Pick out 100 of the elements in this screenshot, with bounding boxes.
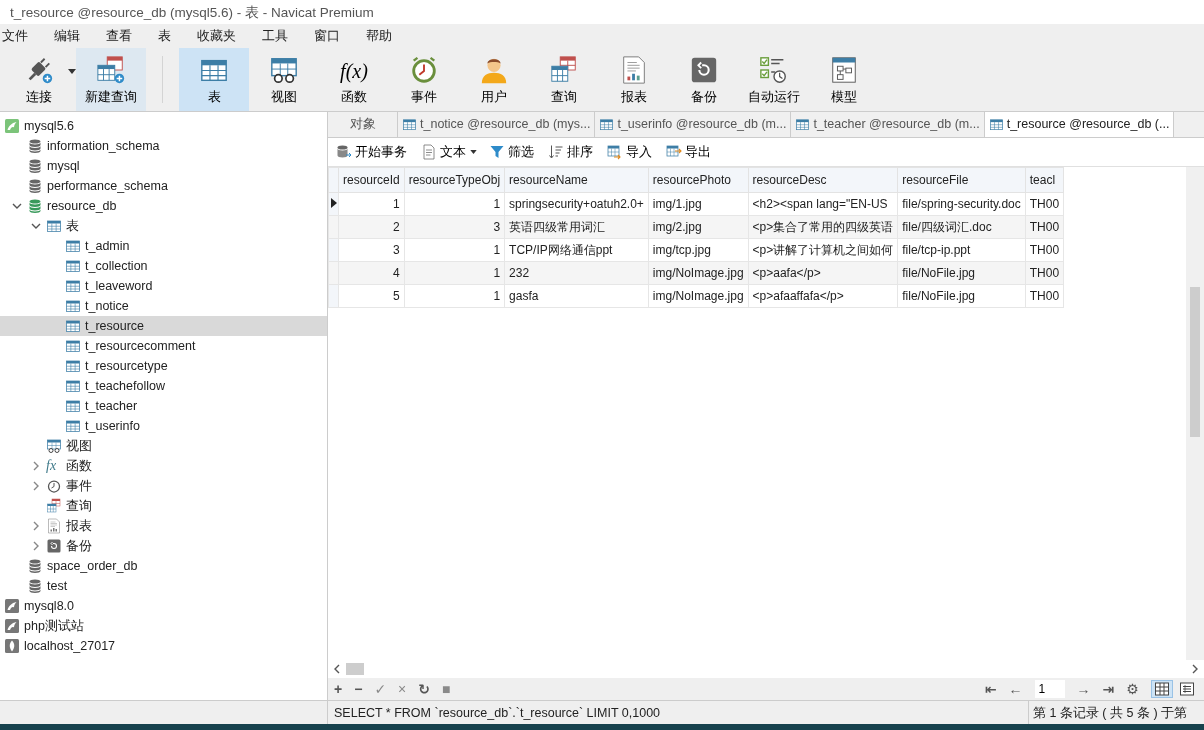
toolbar-button[interactable]: 自动运行 (739, 48, 809, 111)
tree-item[interactable]: php测试站 (0, 616, 327, 636)
toolbar-button[interactable]: 导入 (605, 142, 654, 162)
menu-item[interactable]: 查看 (106, 26, 144, 46)
vertical-scrollbar[interactable] (1186, 167, 1204, 660)
record-action-button[interactable]: ↻ (418, 682, 431, 696)
tree-item[interactable]: resource_db (0, 196, 327, 216)
tree-item[interactable]: 表 (0, 216, 327, 236)
page-nav-button[interactable]: → (1076, 682, 1091, 696)
column-header[interactable]: resourcePhoto (648, 167, 749, 193)
column-header[interactable]: resourceDesc (748, 167, 898, 193)
alarm-clock-icon (409, 55, 439, 86)
menu-item[interactable]: 收藏夹 (197, 26, 248, 46)
tree-item[interactable]: t_leaveword (0, 276, 327, 296)
tree-item[interactable]: t_notice (0, 296, 327, 316)
tree-item[interactable]: information_schema (0, 136, 327, 156)
column-header[interactable]: resourceId (338, 167, 405, 193)
column-header[interactable]: teacl (1025, 167, 1064, 193)
table-icon (46, 218, 62, 234)
table-icon (65, 258, 81, 274)
tree-item[interactable]: 事件 (0, 476, 327, 496)
table-cell: 1 (404, 192, 505, 216)
toolbar-button[interactable]: 排序 (546, 142, 595, 162)
tree-item[interactable]: space_order_db (0, 556, 327, 576)
table-icon (65, 238, 81, 254)
tree-item[interactable]: 视图 (0, 436, 327, 456)
toolbar-button[interactable]: 模型 (809, 48, 879, 111)
toolbar-button[interactable]: 用户 (459, 48, 529, 111)
toolbar-button[interactable]: 备份 (669, 48, 739, 111)
table-cell: 232 (504, 261, 649, 285)
menu-item[interactable]: 编辑 (54, 26, 92, 46)
table-icon (65, 298, 81, 314)
tree-item[interactable]: t_resourcecomment (0, 336, 327, 356)
record-action-button[interactable]: + (334, 682, 343, 696)
database-icon (27, 178, 43, 194)
table-cell: 英语四级常用词汇 (504, 215, 649, 239)
menu-item[interactable]: 窗口 (314, 26, 352, 46)
tree-item[interactable]: mysql5.6 (0, 116, 327, 136)
toolbar-button[interactable]: 开始事务 (334, 142, 409, 162)
tree-item[interactable]: localhost_27017 (0, 636, 327, 656)
table-cell: file/四级词汇.doc (897, 215, 1026, 239)
table-cell: file/NoFile.jpg (897, 261, 1026, 285)
tab[interactable]: t_resource @resource_db (... (984, 112, 1175, 137)
collapse-chevron-icon[interactable] (30, 223, 42, 229)
page-nav-button[interactable]: ⚙ (1126, 682, 1139, 696)
tree-item[interactable]: test (0, 576, 327, 596)
toolbar-button[interactable]: 文本 (419, 142, 468, 162)
tree-item[interactable]: t_teacher (0, 396, 327, 416)
scroll-left-icon[interactable] (334, 664, 340, 674)
toolbar-button[interactable]: 表 (179, 48, 249, 111)
report-document-icon (46, 518, 62, 534)
table-icon (988, 117, 1004, 132)
scrollbar-thumb[interactable] (346, 663, 364, 675)
toolbar-button[interactable]: 查询 (529, 48, 599, 111)
record-action-button[interactable]: − (354, 682, 363, 696)
collapse-chevron-icon[interactable] (11, 203, 23, 209)
toolbar-button[interactable]: 视图 (249, 48, 319, 111)
tree-item[interactable]: 查询 (0, 496, 327, 516)
menu-item[interactable]: 工具 (262, 26, 300, 46)
page-nav-button[interactable]: ⇥ (1102, 682, 1115, 696)
row-header[interactable] (328, 192, 339, 216)
page-nav-button[interactable]: ← (1008, 682, 1023, 696)
menu-item[interactable]: 帮助 (366, 26, 404, 46)
dropdown-caret-icon[interactable] (470, 150, 477, 154)
menu-item[interactable]: 表 (158, 26, 183, 46)
column-header[interactable]: resourceName (504, 167, 649, 193)
sql-status-text: SELECT * FROM `resource_db`.`t_resource` LIMIT 0,1000 (333, 705, 662, 722)
tree-item[interactable]: t_resource (0, 316, 327, 336)
toolbar-button[interactable]: f(x) 函数 (319, 48, 389, 111)
table-cell: 3 (338, 238, 405, 262)
toolbar-button[interactable]: 导出 (664, 142, 713, 162)
toolbar-button[interactable]: 事件 (389, 48, 459, 111)
current-row-marker-icon (331, 198, 337, 208)
scroll-right-icon[interactable] (1192, 664, 1198, 674)
column-header[interactable]: resourceFile (897, 167, 1026, 193)
menu-item[interactable]: 文件 (2, 26, 40, 46)
page-nav-button[interactable]: ⇤ (984, 682, 997, 696)
table-cell: gasfa (504, 284, 649, 308)
toolbar-button[interactable]: 报表 (599, 48, 669, 111)
tree-item[interactable]: 报表 (0, 516, 327, 536)
tree-item[interactable]: mysql (0, 156, 327, 176)
tree-item[interactable]: mysql8.0 (0, 596, 327, 616)
toolbar-button[interactable]: 筛选 (487, 142, 536, 162)
toolbar-button[interactable]: 新建查询 (76, 48, 146, 111)
tree-item[interactable]: fx 函数 (0, 456, 327, 476)
grid-view-button[interactable] (1150, 680, 1173, 698)
table-icon (795, 117, 811, 132)
table-cell: 1 (404, 238, 505, 262)
tree-item[interactable]: t_admin (0, 236, 327, 256)
page-field[interactable]: 1 (1034, 680, 1065, 698)
tree-item[interactable]: performance_schema (0, 176, 327, 196)
tree-item[interactable]: t_resourcetype (0, 356, 327, 376)
tree-item[interactable]: t_collection (0, 256, 327, 276)
table-cell: file/NoFile.jpg (897, 284, 1026, 308)
column-header[interactable]: resourceTypeObj (404, 167, 505, 193)
toolbar-button[interactable]: 连接 (4, 48, 74, 111)
tree-item[interactable]: t_userinfo (0, 416, 327, 436)
tree-item[interactable]: t_teachefollow (0, 376, 327, 396)
tree-item[interactable]: 备份 (0, 536, 327, 556)
table-cell: 5 (338, 284, 405, 308)
